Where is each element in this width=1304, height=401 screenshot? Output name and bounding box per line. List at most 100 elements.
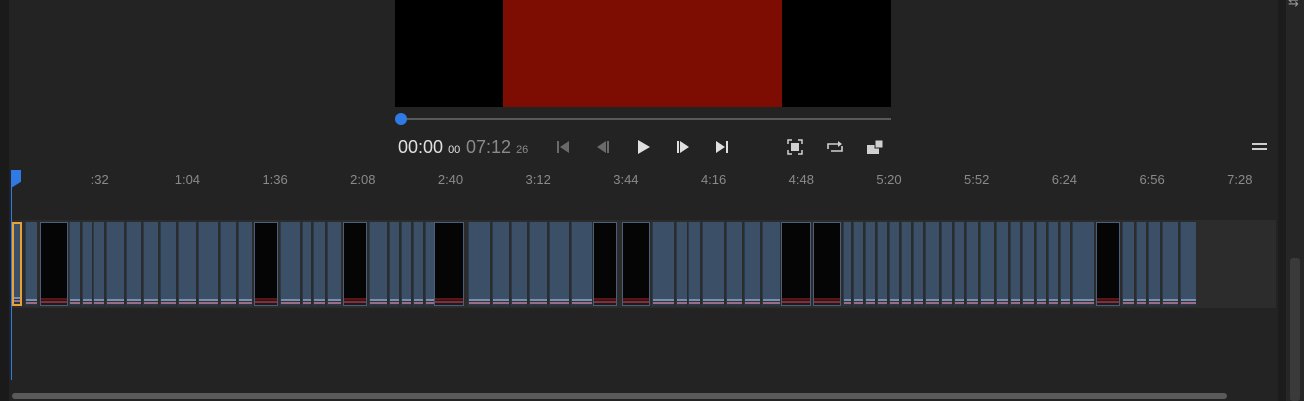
video-clip[interactable]	[966, 222, 978, 306]
video-clip[interactable]	[220, 222, 236, 306]
step-forward-button[interactable]	[674, 138, 692, 156]
ruler-tick: 4:16	[700, 172, 727, 187]
ruler-tick: 3:12	[525, 172, 551, 187]
step-forward-icon	[677, 141, 689, 153]
video-clip[interactable]	[160, 222, 176, 306]
preview-scrubber[interactable]	[401, 118, 891, 120]
video-clip[interactable]	[744, 222, 760, 306]
go-to-start-button[interactable]	[554, 138, 572, 156]
video-clip[interactable]	[1048, 222, 1058, 306]
black-clip[interactable]	[343, 222, 367, 306]
video-clip[interactable]	[889, 222, 899, 306]
video-clip[interactable]	[1060, 222, 1070, 306]
video-clip[interactable]	[1072, 222, 1094, 306]
video-clip[interactable]	[369, 222, 387, 306]
video-clip[interactable]	[468, 222, 490, 306]
video-clip[interactable]	[549, 222, 569, 306]
video-clip[interactable]	[106, 222, 124, 306]
video-clip[interactable]	[69, 222, 80, 306]
video-clip[interactable]	[529, 222, 547, 306]
video-clip[interactable]	[178, 222, 196, 306]
black-clip[interactable]	[781, 222, 811, 306]
video-clip[interactable]	[198, 222, 218, 306]
step-back-button[interactable]	[594, 138, 612, 156]
black-clip[interactable]	[254, 222, 278, 306]
black-clip[interactable]	[622, 222, 650, 306]
video-clip[interactable]	[313, 222, 325, 306]
video-clip[interactable]	[762, 222, 780, 306]
preview-frame-content	[503, 0, 782, 107]
video-clip[interactable]	[280, 222, 300, 306]
go-to-end-icon	[716, 141, 728, 153]
video-clip[interactable]	[1148, 222, 1160, 306]
video-clip[interactable]	[1022, 222, 1034, 306]
video-clip[interactable]	[676, 222, 687, 306]
scrubber-handle[interactable]	[395, 113, 407, 125]
selected-clip[interactable]	[12, 222, 22, 306]
video-clip[interactable]	[327, 222, 341, 306]
video-clip[interactable]	[702, 222, 724, 306]
vertical-scrollbar[interactable]	[1290, 258, 1300, 401]
video-clip[interactable]	[843, 222, 851, 306]
video-clip[interactable]	[652, 222, 674, 306]
video-clip[interactable]	[1122, 222, 1134, 306]
play-icon	[638, 140, 650, 154]
black-clip[interactable]	[813, 222, 841, 306]
fit-frame-button[interactable]	[786, 138, 804, 156]
video-clip[interactable]	[492, 222, 509, 306]
video-clip[interactable]	[688, 222, 700, 306]
video-clip[interactable]	[143, 222, 158, 306]
black-clip[interactable]	[40, 222, 68, 306]
video-clip[interactable]	[238, 222, 252, 306]
video-clip[interactable]	[302, 222, 311, 306]
video-clip[interactable]	[853, 222, 863, 306]
ruler-tick: 2:40	[437, 172, 464, 187]
black-clip[interactable]	[434, 222, 464, 306]
video-clip[interactable]	[126, 222, 141, 306]
video-clip[interactable]	[1136, 222, 1146, 306]
ruler-tick: 1:36	[262, 172, 288, 187]
video-clip[interactable]	[877, 222, 887, 306]
video-clip[interactable]	[401, 222, 411, 306]
video-clip[interactable]	[511, 222, 527, 306]
current-time: 00:00	[398, 137, 444, 157]
ruler-tick: 6:56	[1139, 172, 1165, 187]
video-clip[interactable]	[25, 222, 37, 306]
black-clip[interactable]	[593, 222, 617, 306]
video-clip[interactable]	[901, 222, 911, 306]
playhead-line	[11, 170, 12, 380]
go-to-end-button[interactable]	[713, 138, 731, 156]
time-ruler[interactable]: :32 1:04 1:36 2:08 2:40 3:12 3:44 4:16 4:48 5:20 5…	[12, 168, 1278, 192]
video-clip[interactable]	[726, 222, 742, 306]
video-clip[interactable]	[865, 222, 875, 306]
video-clip[interactable]	[1180, 222, 1196, 306]
loop-button[interactable]	[826, 138, 844, 156]
ruler-tick: 5:52	[964, 172, 990, 187]
total-time: 07:12	[466, 137, 512, 157]
video-track[interactable]	[12, 220, 1276, 308]
video-clip[interactable]	[82, 222, 92, 306]
video-clip[interactable]	[996, 222, 1008, 306]
video-clip[interactable]	[389, 222, 399, 306]
video-clip[interactable]	[925, 222, 939, 306]
video-clip[interactable]	[913, 222, 923, 306]
ruler-tick: 7:28	[1227, 172, 1253, 187]
timeline-menu-icon[interactable]	[1252, 142, 1268, 152]
black-clip[interactable]	[1096, 222, 1120, 306]
horizontal-scrollbar[interactable]	[12, 393, 1227, 399]
panel-divider[interactable]	[1278, 0, 1286, 401]
ruler-tick: :32	[90, 172, 109, 187]
video-clip[interactable]	[941, 222, 952, 306]
step-back-icon	[597, 141, 609, 153]
output-settings-button[interactable]	[866, 138, 884, 156]
video-clip[interactable]	[571, 222, 592, 306]
video-clip[interactable]	[980, 222, 994, 306]
video-clip[interactable]	[93, 222, 104, 306]
video-clip[interactable]	[1010, 222, 1020, 306]
video-clip[interactable]	[1036, 222, 1046, 306]
play-button[interactable]	[634, 138, 652, 156]
video-clip[interactable]	[954, 222, 964, 306]
video-clip[interactable]	[1162, 222, 1178, 306]
video-clip[interactable]	[413, 222, 423, 306]
panel-toggle-icon[interactable]: ⇆	[1288, 0, 1299, 10]
